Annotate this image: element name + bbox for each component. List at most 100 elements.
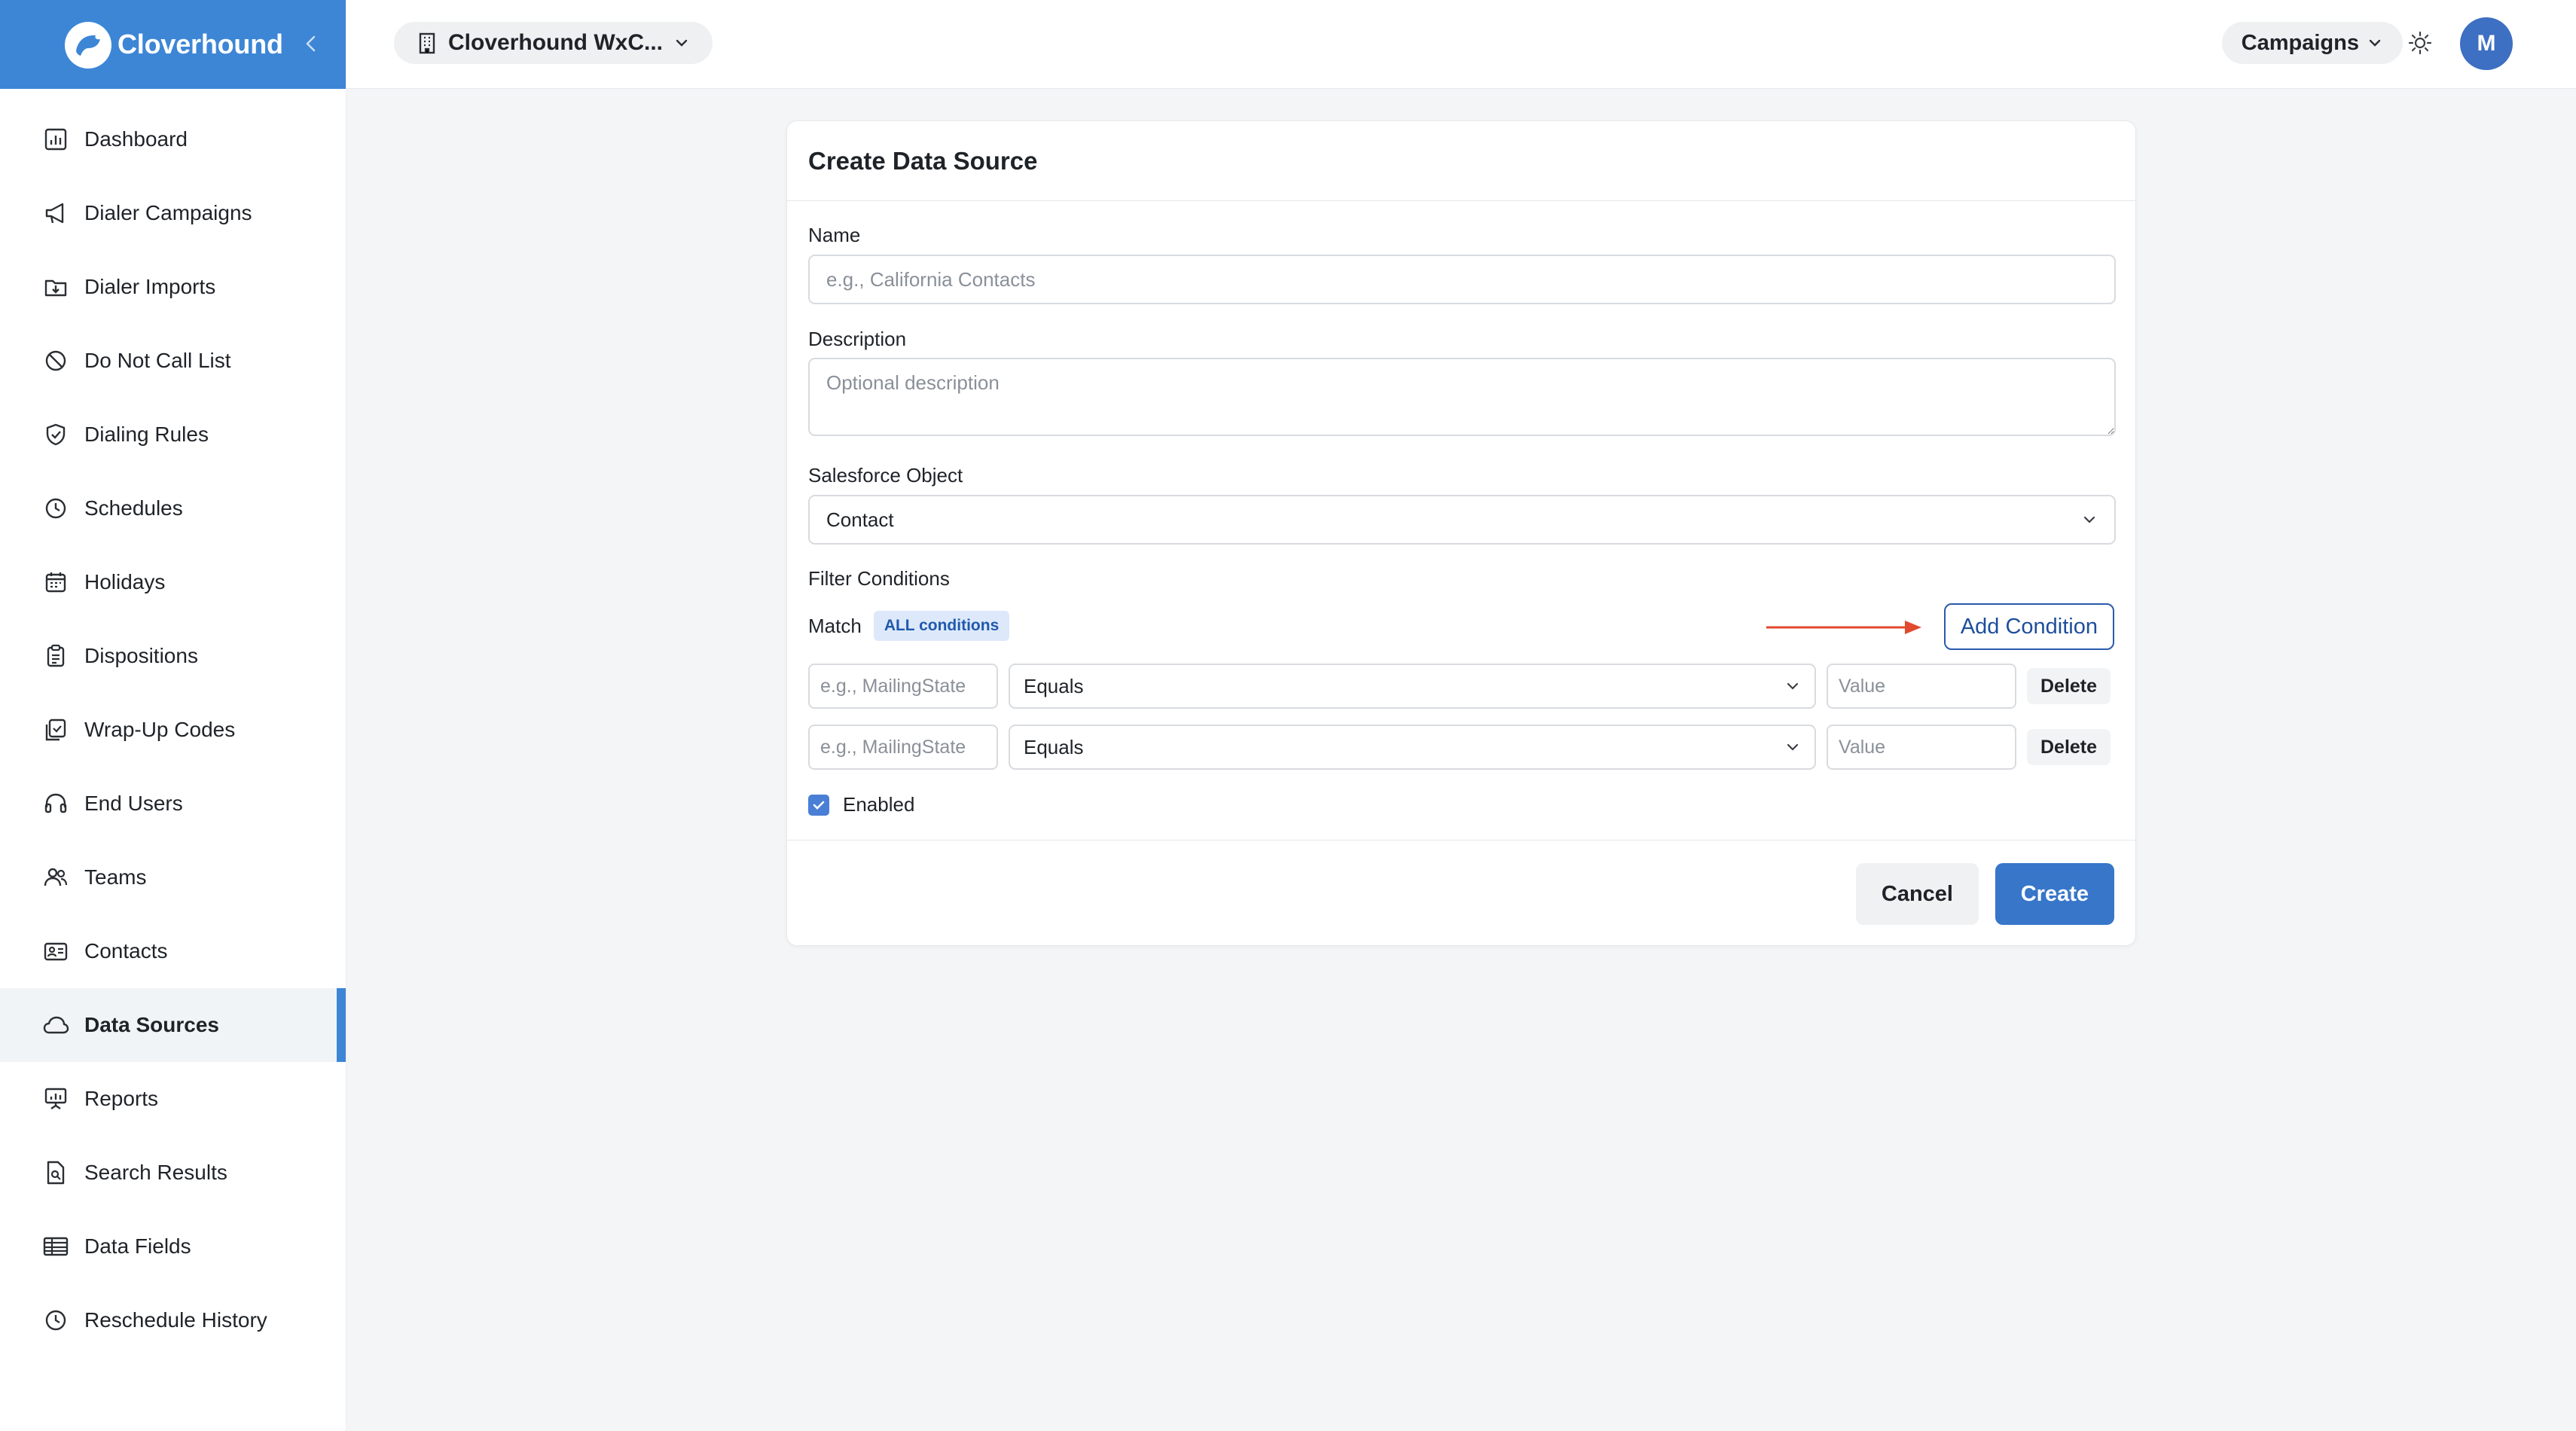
sidebar-item-label: Schedules xyxy=(84,496,183,520)
sidebar-item-dashboard[interactable]: Dashboard xyxy=(0,102,346,176)
salesforce-object-value: Contact xyxy=(826,508,894,531)
chevron-down-icon xyxy=(1787,743,1799,751)
condition-value-input[interactable] xyxy=(1827,664,2016,709)
megaphone-icon xyxy=(41,198,71,228)
chevron-down-icon xyxy=(1787,682,1799,690)
sidebar-item-do-not-call[interactable]: Do Not Call List xyxy=(0,324,346,398)
delete-condition-button[interactable]: Delete xyxy=(2027,668,2111,704)
condition-operator-select[interactable]: Equals xyxy=(1009,725,1816,770)
chevron-down-icon xyxy=(2083,516,2095,523)
salesforce-object-label: Salesforce Object xyxy=(808,464,963,487)
chevron-left-icon xyxy=(306,35,316,52)
enabled-checkbox[interactable] xyxy=(808,794,829,816)
add-condition-button[interactable]: Add Condition xyxy=(1943,603,2114,650)
sidebar-item-label: Dialer Imports xyxy=(84,275,216,298)
condition-value-input[interactable] xyxy=(1827,725,2016,770)
condition-field-input[interactable] xyxy=(808,664,998,709)
campaigns-label: Campaigns xyxy=(2241,30,2359,55)
card-footer: Cancel Create xyxy=(787,840,2135,947)
cloverhound-logo-icon xyxy=(65,22,111,69)
import-folder-icon xyxy=(41,272,71,302)
condition-operator-value: Equals xyxy=(1024,674,1084,697)
sidebar-item-label: Teams xyxy=(84,865,147,889)
table-icon xyxy=(41,1231,71,1262)
sidebar-item-data-sources[interactable]: Data Sources xyxy=(0,988,346,1062)
shield-icon xyxy=(41,420,71,450)
condition-operator-value: Equals xyxy=(1024,735,1084,758)
clipboard-check-icon xyxy=(41,715,71,745)
clipboard-icon xyxy=(41,641,71,671)
sidebar-item-label: Data Sources xyxy=(84,1013,219,1036)
sidebar-item-wrap-up-codes[interactable]: Wrap-Up Codes xyxy=(0,693,346,767)
sidebar-item-teams[interactable]: Teams xyxy=(0,841,346,914)
sidebar-item-search-results[interactable]: Search Results xyxy=(0,1136,346,1210)
history-clock-icon xyxy=(41,1305,71,1335)
enabled-row: Enabled xyxy=(808,793,914,816)
sidebar-item-dialer-campaigns[interactable]: Dialer Campaigns xyxy=(0,176,346,250)
match-label: Match xyxy=(808,614,862,637)
sidebar-item-contacts[interactable]: Contacts xyxy=(0,914,346,988)
condition-operator-select[interactable]: Equals xyxy=(1009,664,1816,709)
sidebar-item-label: Contacts xyxy=(84,939,168,963)
sidebar-item-reschedule-history[interactable]: Reschedule History xyxy=(0,1283,346,1357)
sidebar-item-data-fields[interactable]: Data Fields xyxy=(0,1210,346,1283)
sidebar-item-label: Data Fields xyxy=(84,1234,191,1258)
condition-field-input[interactable] xyxy=(808,725,998,770)
sidebar-item-holidays[interactable]: Holidays xyxy=(0,545,346,619)
sidebar-collapse-button[interactable] xyxy=(296,29,326,59)
clock-icon xyxy=(41,493,71,523)
enabled-label: Enabled xyxy=(843,793,915,816)
sidebar-item-end-users[interactable]: End Users xyxy=(0,767,346,841)
sidebar-item-label: Dashboard xyxy=(84,127,188,151)
create-data-source-card: Create Data Source Name Description Sale… xyxy=(786,121,2136,946)
org-switcher[interactable]: Cloverhound WxC... xyxy=(394,22,713,64)
chevron-down-icon xyxy=(2369,39,2381,47)
headset-icon xyxy=(41,789,71,819)
sidebar: Cloverhound Dashboard Dialer Campaigns D… xyxy=(0,0,346,1431)
salesforce-object-select[interactable]: Contact xyxy=(808,495,2116,545)
file-search-icon xyxy=(41,1158,71,1188)
sidebar-item-dispositions[interactable]: Dispositions xyxy=(0,619,346,693)
org-name: Cloverhound WxC... xyxy=(448,30,663,55)
sidebar-item-label: Wrap-Up Codes xyxy=(84,718,236,741)
sidebar-item-label: Reports xyxy=(84,1087,159,1110)
cloud-icon xyxy=(41,1010,71,1040)
sidebar-item-label: Dialing Rules xyxy=(84,423,209,446)
match-mode-badge[interactable]: ALL conditions xyxy=(873,611,1010,641)
name-input[interactable] xyxy=(808,255,2116,304)
sidebar-item-dialing-rules[interactable]: Dialing Rules xyxy=(0,398,346,471)
cancel-button[interactable]: Cancel xyxy=(1855,863,1979,925)
sidebar-item-dialer-imports[interactable]: Dialer Imports xyxy=(0,250,346,324)
dashboard-icon xyxy=(41,124,71,154)
campaigns-menu[interactable]: Campaigns xyxy=(2221,22,2403,64)
sidebar-item-label: Reschedule History xyxy=(84,1308,267,1332)
delete-condition-button[interactable]: Delete xyxy=(2027,729,2111,765)
description-textarea[interactable] xyxy=(808,358,2116,436)
presentation-icon xyxy=(41,1084,71,1114)
calendar-icon xyxy=(41,567,71,597)
sidebar-item-label: Dialer Campaigns xyxy=(84,201,252,224)
name-label: Name xyxy=(808,224,861,246)
create-button[interactable]: Create xyxy=(1995,863,2114,925)
card-title: Create Data Source xyxy=(787,121,2135,201)
user-avatar[interactable]: M xyxy=(2460,17,2513,70)
description-label: Description xyxy=(808,328,907,350)
annotation-arrow xyxy=(1766,621,1921,634)
brand-name: Cloverhound xyxy=(118,29,283,59)
filter-conditions-label: Filter Conditions xyxy=(808,567,950,590)
theme-toggle-sun-icon[interactable] xyxy=(2407,30,2433,56)
chevron-down-icon xyxy=(676,39,688,47)
checkmark-icon xyxy=(813,801,825,810)
sidebar-item-label: Dispositions xyxy=(84,644,198,667)
sidebar-item-label: Holidays xyxy=(84,570,166,593)
building-icon xyxy=(419,32,435,54)
topbar: Cloverhound WxC... Campaigns M xyxy=(346,0,2576,89)
sidebar-nav: Dashboard Dialer Campaigns Dialer Import… xyxy=(0,89,346,1357)
users-icon xyxy=(41,862,71,892)
brand-header: Cloverhound xyxy=(0,0,346,89)
sidebar-item-reports[interactable]: Reports xyxy=(0,1062,346,1136)
ban-icon xyxy=(41,346,71,376)
sidebar-item-label: Do Not Call List xyxy=(84,349,231,372)
sidebar-item-label: End Users xyxy=(84,792,183,815)
sidebar-item-schedules[interactable]: Schedules xyxy=(0,471,346,545)
